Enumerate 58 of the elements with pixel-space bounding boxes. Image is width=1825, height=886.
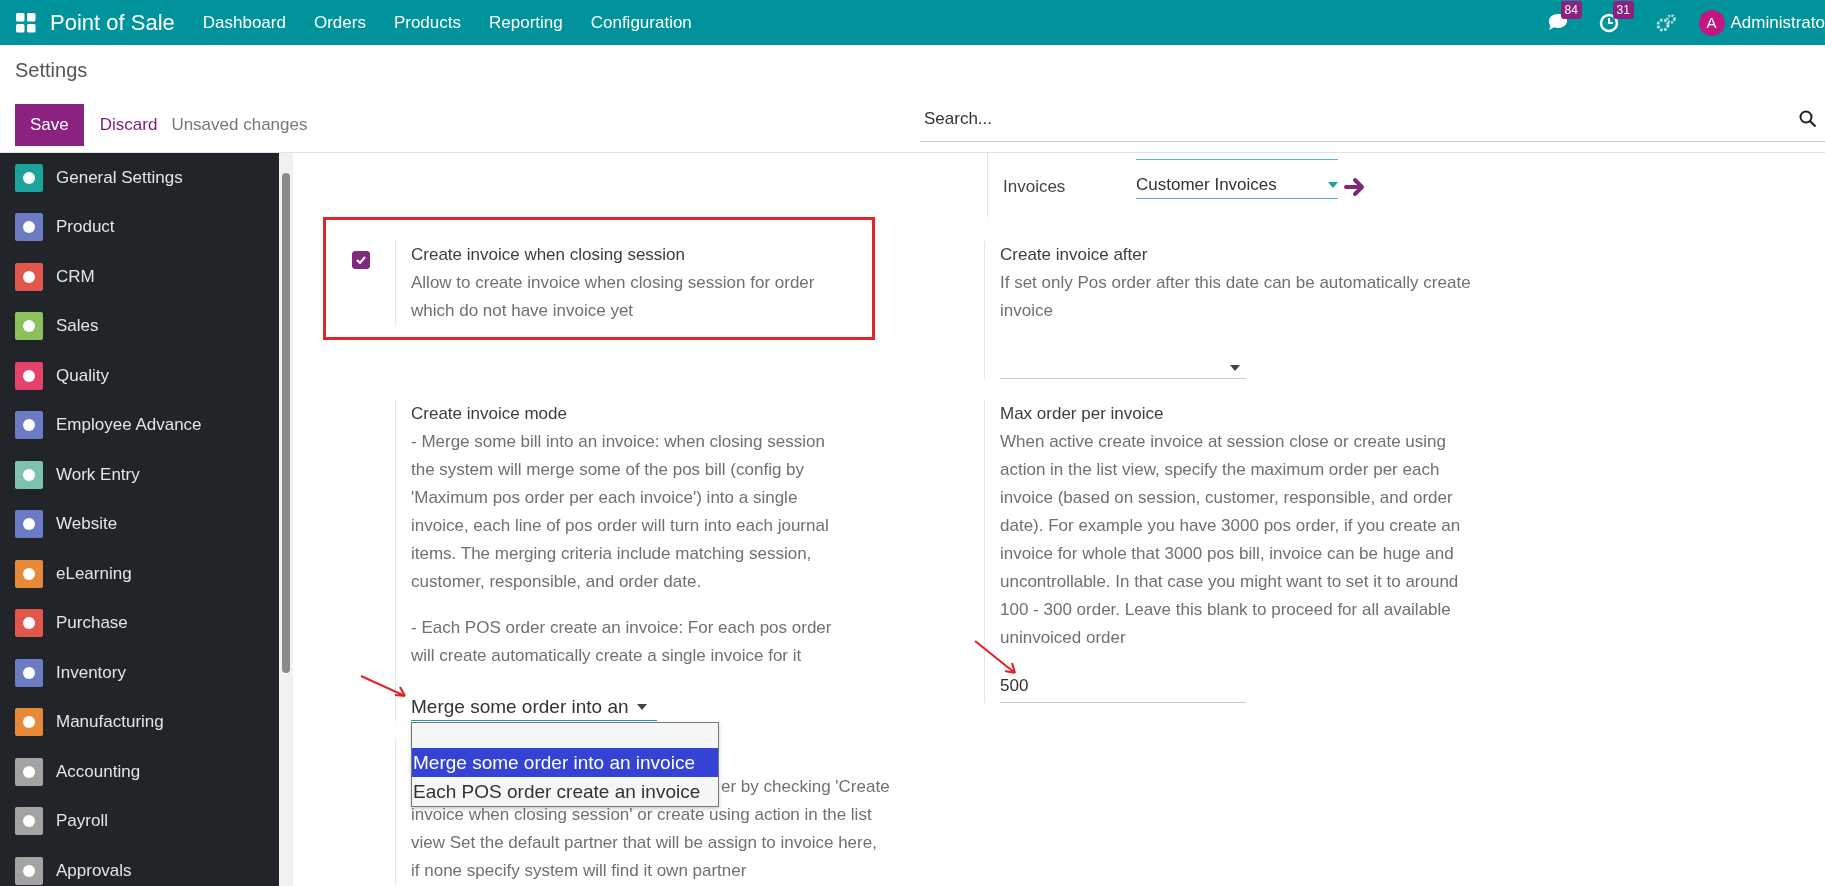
arrow-right-icon[interactable] <box>1344 177 1366 197</box>
sidebar-item[interactable]: CRM <box>0 252 279 302</box>
checkmark-icon <box>355 256 366 264</box>
menu-item[interactable]: Configuration <box>590 12 692 33</box>
clock-icon[interactable] <box>1598 12 1619 33</box>
page-title: Settings <box>15 59 89 83</box>
setting-description: er by checking 'Create <box>721 776 890 798</box>
sidebar-item[interactable]: Accounting <box>0 747 279 797</box>
menu-item[interactable]: Dashboard <box>202 12 286 33</box>
sidebar-item[interactable]: Product <box>0 202 279 252</box>
discard-button[interactable]: Discard <box>85 104 172 146</box>
annotation-arrow <box>359 674 409 700</box>
checkbox[interactable] <box>351 251 370 269</box>
dropdown-option[interactable]: Merge some order into an invoice <box>412 748 718 777</box>
activity-count-badge: 31 <box>1612 0 1634 19</box>
gears-icon[interactable] <box>1654 12 1677 33</box>
app-grid-icon[interactable] <box>16 12 36 33</box>
dropdown-option[interactable]: Each POS order create an invoice <box>412 777 718 806</box>
menu-item[interactable]: Reporting <box>489 12 563 33</box>
setting-description: If set only Pos order after this date can be automatically create invoice <box>1000 272 1472 322</box>
sidebar-item[interactable]: Approvals <box>0 846 279 886</box>
setting-title: Create invoice mode <box>411 403 568 425</box>
sidebar-item[interactable]: Manufacturing <box>0 697 279 747</box>
setting-description: - Merge some bill into an invoice: when closing session the system will merge some of the pos bill (config by 'Maximum pos order per each invoice') into a single invoice, each line of pos order will turn into each journal items. The merging criteria include matching session, customer, responsible, and order date. <box>411 431 830 593</box>
sidebar-item[interactable]: Employee Advance <box>0 400 279 450</box>
search-field[interactable]: Search... <box>920 109 1799 129</box>
sidebar-item[interactable]: Inventory <box>0 648 279 698</box>
message-count-badge: 84 <box>1560 0 1582 19</box>
sidebar-item[interactable]: Website <box>0 499 279 549</box>
sidebar-item[interactable]: eLearning <box>0 549 279 599</box>
user-avatar[interactable]: A <box>1698 9 1725 36</box>
sidebar-item[interactable]: Payroll <box>0 796 279 846</box>
sidebar-item[interactable]: Quality <box>0 351 279 401</box>
user-name[interactable]: Administrato <box>1730 12 1825 33</box>
search-icon[interactable] <box>1799 110 1817 128</box>
journal-select[interactable]: Customer Invoices <box>1136 175 1338 199</box>
field-label: Invoices <box>1003 177 1067 197</box>
sidebar-item[interactable]: General Settings <box>0 153 279 203</box>
setting-description: - Each POS order create an invoice: For each pos order will create automatically create a single invoice for it <box>411 617 833 667</box>
setting-description: invoice when closing session' or create using action in the list view Set the default partner that will be assign to invoice here, if none specify system will find it own partner <box>411 804 878 882</box>
sidebar-item[interactable]: Purchase <box>0 598 279 648</box>
setting-title: Max order per invoice <box>1000 403 1165 425</box>
scrollbar[interactable] <box>279 153 293 886</box>
app-title[interactable]: Point of Sale <box>50 9 175 36</box>
unsaved-status: Unsaved changes <box>171 115 308 135</box>
setting-description: Allow to create invoice when closing session for order which do not have invoice yet <box>411 272 816 322</box>
caret-icon <box>1328 182 1338 188</box>
sidebar-item[interactable]: Sales <box>0 301 279 351</box>
sidebar-item[interactable]: Work Entry <box>0 450 279 500</box>
setting-description: When active create invoice at session close or create using action in the list view, specify the maximum order per each invoice (based on session, customer, responsible, and order date). For example you have 3000 pos order, if you create an invoice for whole that 3000 pos bill, invoice can be huge and uncontrollable. In that case you might want to set it to around 100 - 300 order. Leave this blank to proceed for all available uninvoiced order <box>1000 431 1462 649</box>
save-button[interactable]: Save <box>15 104 84 146</box>
setting-title: Create invoice after <box>1000 244 1149 266</box>
setting-title: Create invoice when closing session <box>411 244 687 266</box>
menu-item[interactable]: Products <box>393 12 461 33</box>
invoice-mode-select[interactable]: Merge some order into an <box>411 694 657 721</box>
caret-icon <box>1230 364 1240 371</box>
caret-icon <box>636 704 647 710</box>
menu-item[interactable]: Orders <box>313 12 366 33</box>
